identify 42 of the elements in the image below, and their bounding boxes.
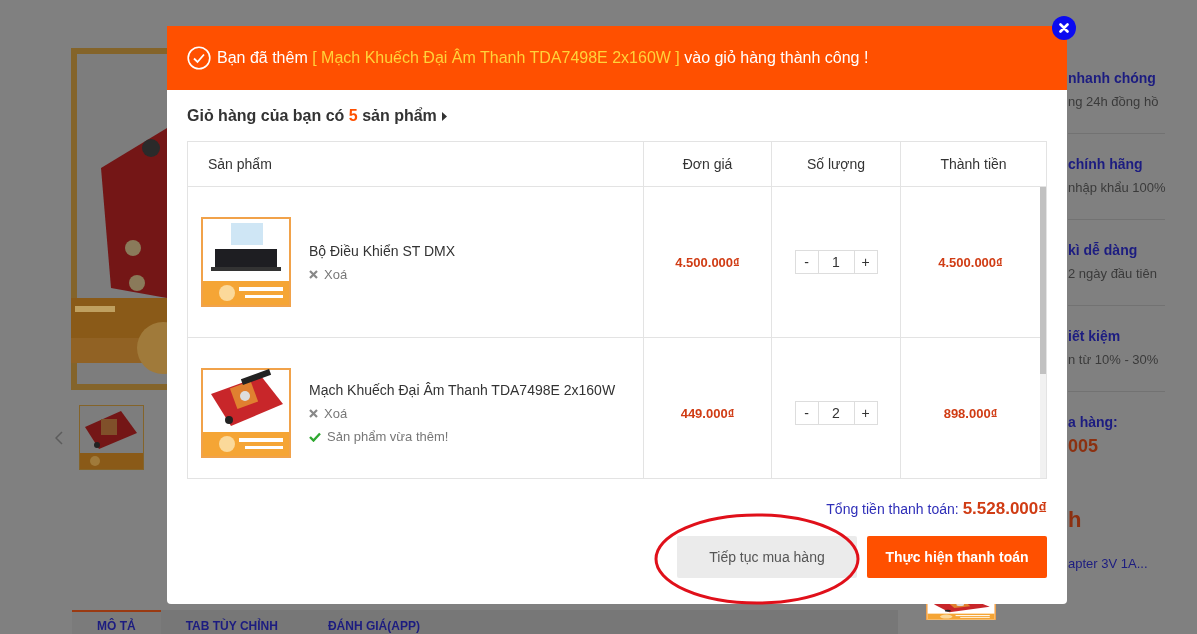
line-total: 898.000₫ (943, 405, 998, 421)
product-name[interactable]: Mạch Khuếch Đại Âm Thanh TDA7498E 2x160W (309, 382, 616, 398)
x-icon (309, 409, 318, 418)
column-header: Thành tiền (900, 142, 1046, 186)
feature-title: kì dễ dàng (1068, 242, 1139, 258)
column-header: Sản phẩm (207, 155, 273, 174)
caret-right-icon (441, 111, 447, 121)
column-header: Đơn giá (643, 142, 771, 186)
feature-title: nhanh chóng (1068, 70, 1157, 86)
remove-link[interactable]: Xoá (309, 266, 456, 282)
just-added-note: Sản phẩm vừa thêm! (309, 429, 616, 444)
added-notice: Bạn đã thêm [ Mạch Khuếch Đại Âm Thanh TDA7498E 2x160W ] vào giỏ hàng thành công ! (217, 49, 869, 67)
x-icon (309, 269, 318, 279)
cart-summary: Giỏ hàng của bạn có 5 sản phẩm (187, 107, 437, 125)
close-button[interactable] (1052, 16, 1076, 40)
increment-button[interactable]: + (853, 401, 878, 425)
continue-shopping-button[interactable]: Tiếp tục mua hàng (677, 536, 857, 578)
line-total: 4.500.000₫ (938, 254, 1003, 270)
hotline-number: 005 (1068, 436, 1100, 456)
feature-subtitle: ng 24h đồng hồ (1068, 94, 1160, 110)
quantity-field[interactable]: 1 (818, 250, 854, 274)
quantity-field[interactable]: 2 (818, 401, 854, 425)
check-circle-icon (187, 46, 211, 70)
unit-price: 4.500.000₫ (675, 254, 740, 270)
decrement-button[interactable]: - (794, 250, 819, 274)
column-header: Số lượng (771, 142, 900, 186)
total-label: Tổng tiền thanh toán: (826, 501, 959, 517)
hotline-label: a hàng: (1068, 414, 1119, 430)
feature-title: chính hãng (1068, 156, 1144, 172)
increment-button[interactable]: + (853, 250, 878, 274)
product-name[interactable]: Bộ Điều Khiển ST DMX (309, 242, 456, 259)
feature-subtitle: n từ 10% - 30% (1068, 352, 1160, 368)
decrement-button[interactable]: - (794, 401, 819, 425)
feature-subtitle: nhập khẩu 100% (1068, 180, 1165, 196)
feature-subtitle: 2 ngày đầu tiên (1068, 266, 1158, 282)
total-amount: 5.528.000₫ (962, 499, 1047, 519)
remove-link[interactable]: Xoá (309, 406, 616, 421)
feature-title: iết kiệm (1068, 328, 1122, 344)
section-heading: h (1068, 508, 1083, 532)
check-icon (309, 431, 321, 442)
unit-price: 449.000₫ (680, 405, 735, 421)
close-icon (1059, 23, 1069, 33)
